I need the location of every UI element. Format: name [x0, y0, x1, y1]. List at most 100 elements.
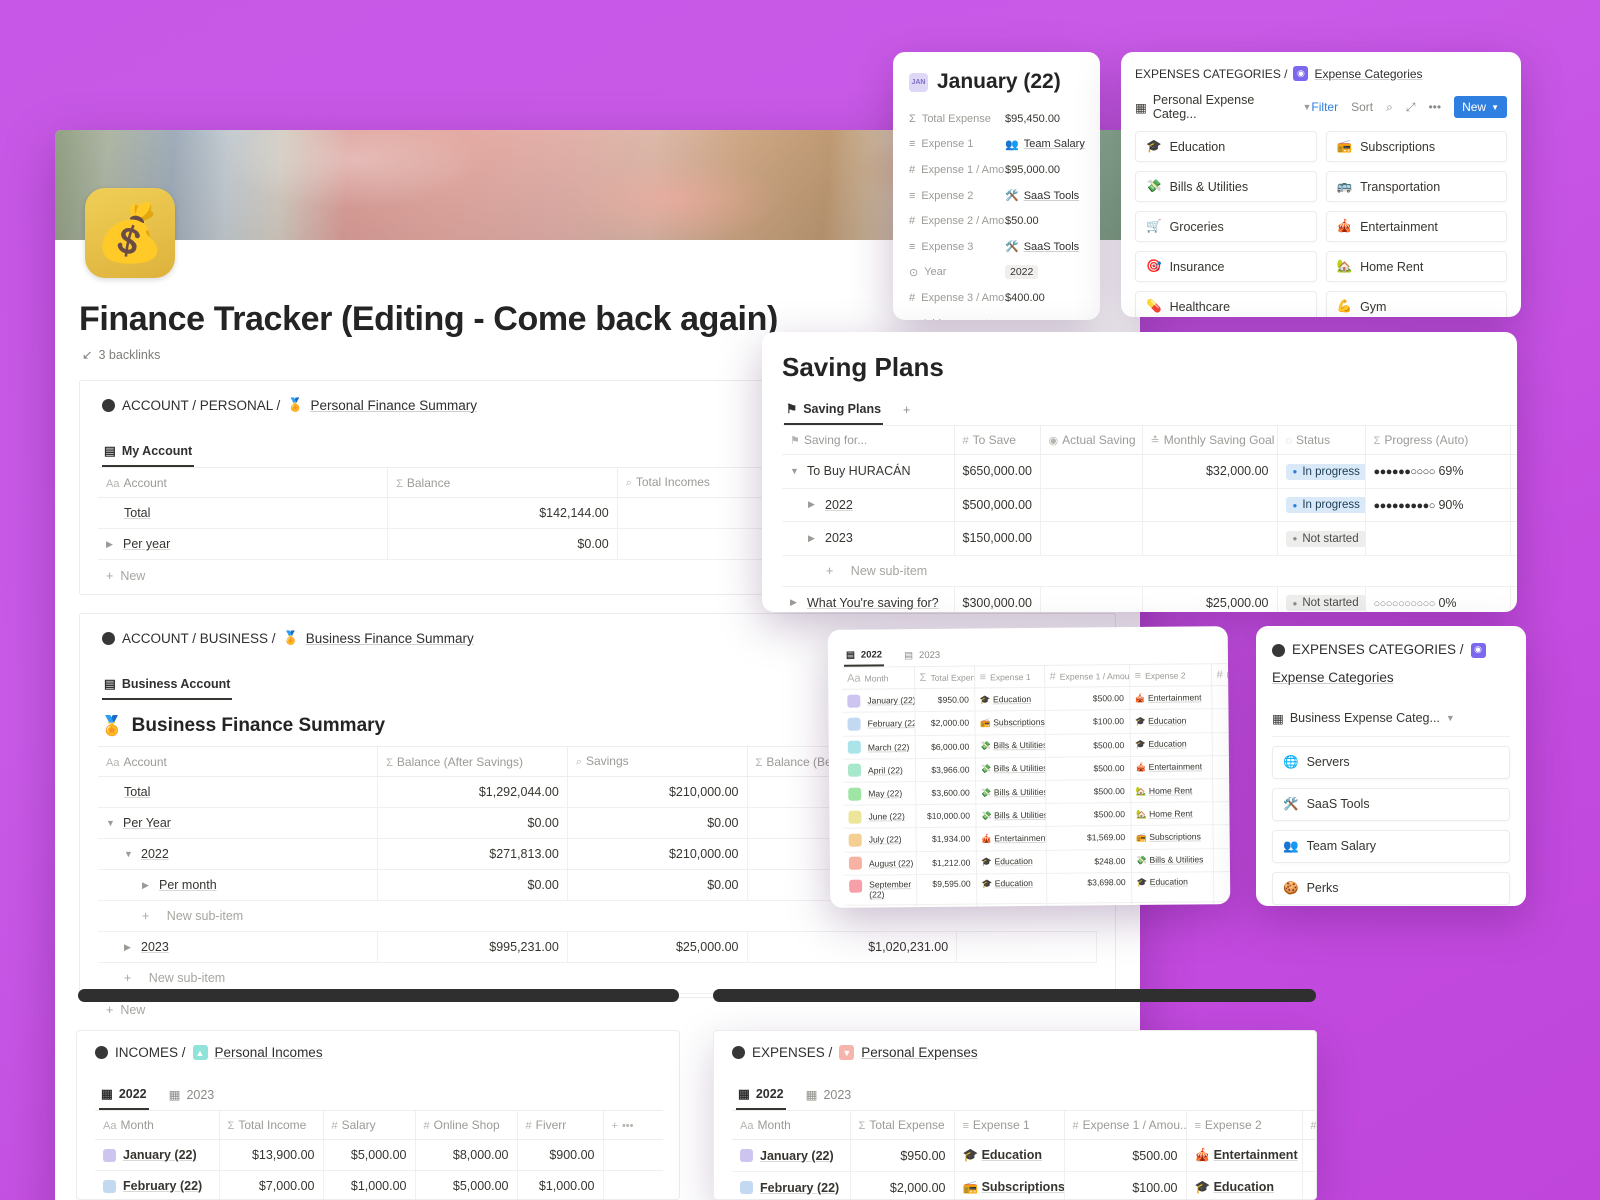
table-row[interactable]: September (22) $9,595.00 🎓 Education $3,698… [844, 871, 1231, 906]
col-monthly-goal[interactable]: ≛ Monthly Saving Goal [1142, 425, 1278, 455]
breadcrumb-business-categories[interactable]: EXPENSES CATEGORIES / ◉ Expense Categori… [1272, 640, 1510, 689]
col-expense-2[interactable]: ≡ Expense 2 [1186, 1110, 1303, 1140]
col-salary[interactable]: # Salary [323, 1110, 416, 1140]
breadcrumb-link[interactable]: Expense Categories [1314, 67, 1422, 81]
col-extra[interactable]: # [1510, 425, 1517, 455]
property-row[interactable]: ≡ Expense 2 🛠️ SaaS Tools [909, 183, 1084, 209]
category-card-groceries[interactable]: 🛒 Groceries [1135, 211, 1317, 242]
col-actual-saving[interactable]: ◉ Actual Saving [1040, 425, 1143, 455]
col-expense-1-amount[interactable]: # Expense 1 / Amou... [1044, 664, 1130, 688]
col-expense-1[interactable]: ≡ Expense 1 [974, 665, 1045, 689]
business-category-saas-tools[interactable]: 🛠️ SaaS Tools [1272, 787, 1510, 821]
col-month[interactable]: Aa Month [842, 666, 915, 690]
col-expense-3[interactable]: # E [1211, 663, 1231, 686]
table-row[interactable]: February (22) $2,000.00 📻 Subscriptions … [732, 1171, 1316, 1199]
col-total-expense[interactable]: Σ Total Expense [850, 1110, 955, 1140]
business-category-servers[interactable]: 🌐 Servers [1272, 745, 1510, 779]
breadcrumb-incomes[interactable]: INCOMES / ▲ Personal Incomes [95, 1045, 661, 1060]
col-savings[interactable]: ⌕ Savings [567, 746, 748, 777]
category-card-gym[interactable]: 💪 Gym [1325, 291, 1507, 317]
col-add[interactable]: + ••• [603, 1110, 663, 1140]
tab-2023[interactable]: ▦ 2023 [804, 1083, 854, 1109]
category-card-education[interactable]: 🎓 Education [1135, 131, 1317, 162]
table-row[interactable]: ▶ What You're saving for? $300,000.00 $25… [782, 586, 1517, 612]
search-icon[interactable]: ⌕ [1386, 100, 1393, 115]
business-category-team-salary[interactable]: 👥 Team Salary [1272, 829, 1510, 863]
property-row[interactable]: # Expense 3 / Amo... $400.00 [909, 285, 1084, 311]
table-row[interactable]: ▶ 2023 $150,000.00 ● Not started [782, 521, 1517, 556]
category-card-entertainment[interactable]: 🎪 Entertainment [1325, 211, 1507, 242]
tab-my-account[interactable]: ▤ My Account [102, 439, 195, 467]
breadcrumb-expenses[interactable]: EXPENSES / ▼ Personal Expenses [732, 1045, 1298, 1060]
col-progress[interactable]: Σ Progress (Auto) [1365, 425, 1511, 455]
property-row[interactable]: ≡ Expense 3 🛠️ SaaS Tools [909, 234, 1084, 260]
tab-2022[interactable]: ▤ 2022 [843, 645, 885, 667]
col-expense-3[interactable]: # [1302, 1110, 1316, 1140]
property-row[interactable]: # Expense 1 / Amo... $95,000.00 [909, 157, 1084, 183]
new-button[interactable]: New ▼ [1454, 96, 1507, 118]
category-card-home-rent[interactable]: 🏡 Home Rent [1325, 251, 1507, 282]
table-row[interactable]: ▶ 2022 $500,000.00 ● In progress ●●●●●●●●●… [782, 488, 1517, 522]
table-row[interactable]: ▶ 2023 $995,231.00 $25,000.00 $1,020,231.… [98, 931, 1097, 963]
tab-2022[interactable]: ▦ 2022 [99, 1082, 149, 1110]
col-saving-for[interactable]: ⚑ Saving for... [782, 425, 955, 455]
expand-icon[interactable]: ⤢ [1406, 100, 1416, 115]
col-status[interactable]: ◌ Status [1277, 425, 1366, 455]
tab-saving-plans[interactable]: ⚑ Saving Plans [784, 397, 884, 425]
breadcrumb-link[interactable]: Business Finance Summary [306, 631, 474, 646]
col-month[interactable]: Aa Month [732, 1110, 851, 1140]
property-row[interactable]: ≡ Expense 1 👥 Team Salary [909, 132, 1085, 158]
col-expense-2[interactable]: ≡ Expense 2 [1129, 663, 1212, 687]
col-online-shop[interactable]: # Online Shop [415, 1110, 518, 1140]
property-row[interactable]: Σ Total Expense $95,450.00 [909, 106, 1084, 132]
col-month[interactable]: Aa Month [95, 1110, 220, 1140]
breadcrumb-expense-categories[interactable]: EXPENSES CATEGORIES / ◉ Expense Categori… [1121, 66, 1521, 81]
category-card-subscriptions[interactable]: 📻 Subscriptions [1325, 131, 1507, 162]
table-row[interactable]: February (22) $7,000.00 $1,000.00 $5,000… [95, 1170, 663, 1199]
new-subitem-label: New sub-item [148, 971, 226, 985]
sort-button[interactable]: Sort [1351, 100, 1373, 114]
tab-2022[interactable]: ▦ 2022 [736, 1082, 786, 1110]
target-icon: 🎯 [1146, 259, 1162, 273]
view-selector[interactable]: ▦ Personal Expense Categ... ▼ [1135, 93, 1311, 121]
table-row[interactable]: ▼ To Buy HURACÁN $650,000.00 $32,000.00 ●… [782, 454, 1517, 489]
col-to-save[interactable]: # To Save [954, 425, 1041, 455]
add-view-button[interactable]: + [901, 399, 912, 424]
breadcrumb-link[interactable]: Personal Expenses [861, 1045, 977, 1060]
property-row[interactable]: # Expense 2 / Amo... $50.00 [909, 208, 1084, 234]
table-row-new-subitem[interactable]: + New sub-item [782, 555, 1517, 587]
col-fiverr[interactable]: # Fiverr [517, 1110, 604, 1140]
category-card-insurance[interactable]: 🎯 Insurance [1135, 251, 1317, 282]
breadcrumb-link[interactable]: Personal Incomes [215, 1045, 323, 1060]
more-icon[interactable]: ••• [1428, 100, 1441, 114]
tab-2023[interactable]: ▦ 2023 [167, 1083, 217, 1109]
col-account[interactable]: Aa Account [98, 467, 389, 498]
filter-button[interactable]: Filter [1311, 100, 1338, 114]
category-card-bills-utilities[interactable]: 💸 Bills & Utilities [1135, 171, 1317, 202]
table-row[interactable]: January (22) $13,900.00 $5,000.00 $8,000… [95, 1139, 663, 1171]
page-icon[interactable]: 💰 [85, 188, 175, 278]
breadcrumb-link[interactable]: Personal Finance Summary [310, 398, 477, 413]
col-expense-1-amount[interactable]: # Expense 1 / Amou... [1064, 1110, 1187, 1140]
cell-total: $2,000.00 [914, 711, 975, 736]
tab-business-account[interactable]: ▤ Business Account [102, 672, 233, 700]
sum-icon: Σ [909, 112, 916, 125]
business-category-perks[interactable]: 🍪 Perks [1272, 871, 1510, 905]
business-view-selector[interactable]: ▦ Business Expense Categ... ▼ [1272, 711, 1510, 737]
breadcrumb-link[interactable]: Expense Categories [1272, 668, 1394, 689]
col-balance[interactable]: Σ Balance [387, 467, 618, 498]
tab-2023[interactable]: ▤ 2023 [902, 646, 942, 665]
table-row[interactable]: January (22) $950.00 🎓 Education $500.00… [732, 1139, 1316, 1172]
category-card-transportation[interactable]: 🚌 Transportation [1325, 171, 1507, 202]
chevron-down-icon: ▼ [1302, 102, 1312, 112]
breadcrumb-prefix: ACCOUNT / BUSINESS / [122, 630, 276, 646]
col-account[interactable]: Aa Account [98, 746, 379, 777]
add-property-button[interactable]: +Add a property [909, 311, 1084, 320]
category-card-healthcare[interactable]: 💊 Healthcare [1135, 291, 1317, 317]
col-total-income[interactable]: Σ Total Income [219, 1110, 324, 1140]
row-name: September (22) [869, 879, 912, 900]
property-row[interactable]: ⊙ Year 2022 [909, 260, 1084, 286]
col-total-expense[interactable]: Σ Total Expense [914, 666, 975, 689]
col-expense-1[interactable]: ≡ Expense 1 [954, 1110, 1065, 1140]
col-balance-after[interactable]: Σ Balance (After Savings) [377, 746, 568, 777]
